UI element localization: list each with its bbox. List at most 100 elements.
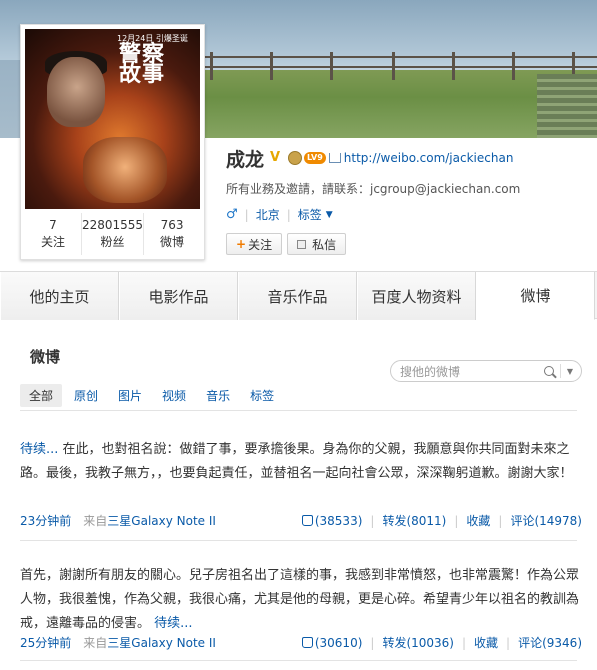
meta-separator: | [244,207,249,222]
fence-rail [205,56,597,58]
home-icon [328,153,341,163]
feed-search[interactable]: 搜他的微博 ▼ [390,360,582,382]
post-text: 待续... 在此，也對祖名說：做錯了事，要承擔後果。身為你的父親，我願意與你共同… [20,438,582,486]
avatar-card: 12月24日 引爆圣诞 警察 故事 7 关注 22801555 粉丝 763 微博 [20,24,205,260]
avatar[interactable]: 12月24日 引爆圣诞 警察 故事 [25,29,200,209]
stat-posts[interactable]: 763 微博 [144,213,200,255]
tab-baidu-profile[interactable]: 百度人物资料 [357,272,476,320]
comment-button[interactable]: 评论(9346) [518,634,582,651]
tab-home[interactable]: 他的主页 [0,272,119,320]
profile-name: 成龙 [226,148,265,171]
stat-followers-count: 22801555 [81,218,144,232]
repost-button[interactable]: 转发(10036) [382,634,454,651]
post-source-link[interactable]: 三星Galaxy Note II [107,636,216,650]
profile-tabs: 他的主页 电影作品 音乐作品 百度人物资料 微博 [0,271,597,320]
post-more-link[interactable]: 待续... [150,616,192,631]
post-source-prefix: 来自 [83,636,108,650]
stat-followers[interactable]: 22801555 粉丝 [81,213,145,255]
thumbs-up-icon [301,636,313,648]
divider [20,660,577,661]
location-link[interactable]: 北京 [256,206,280,223]
repost-button[interactable]: 转发(8011) [382,512,446,529]
profile-meta: ♂ | 北京 | 标签 ▼ [226,206,333,223]
favorite-button[interactable]: 收藏 [466,512,490,529]
post-source-link[interactable]: 三星Galaxy Note II [107,514,216,528]
poster-fist [83,137,167,203]
divider [20,410,577,411]
post-body: 在此，也對祖名說：做錯了事，要承擔後果。身為你的父親，我願意與你共同面對未來之路… [20,442,573,481]
favorite-button[interactable]: 收藏 [474,634,498,651]
fence-post [330,52,333,80]
post-time[interactable]: 23分钟前 [20,512,71,529]
like-count: (30610) [314,635,363,650]
stat-followers-label: 粉丝 [100,235,125,249]
profile-stats: 7 关注 22801555 粉丝 763 微博 [25,213,200,255]
verified-v-icon[interactable]: V [270,150,286,166]
banner-steps [537,74,597,138]
medal-icon[interactable] [288,151,303,165]
filter-all[interactable]: 全部 [20,384,63,407]
post-source-prefix: 来自 [83,514,108,528]
action-separator: | [370,635,375,650]
stat-posts-count: 763 [160,218,184,232]
filter-tags[interactable]: 标签 [250,387,274,404]
search-icon[interactable] [543,366,554,376]
post-time[interactable]: 25分钟前 [20,634,71,651]
stat-following-count: 7 [49,218,57,232]
action-separator: | [498,513,503,528]
post-actions: (38533) | 转发(8011) | 收藏 | 评论(14978) [301,512,582,529]
fence-post [452,52,455,80]
post-source: 来自三星Galaxy Note II [83,512,216,529]
post-more-link-label: 待续 [150,616,181,631]
post-meta: 23分钟前 来自三星Galaxy Note II (38533) | 转发(80… [20,512,582,529]
tags-dropdown[interactable]: 标签 [298,206,322,223]
profile-url-link[interactable]: http://weibo.com/jackiechan [344,151,514,165]
fence-post [392,52,395,80]
message-icon [297,239,307,249]
message-button[interactable]: 私信 [287,233,347,255]
tab-music[interactable]: 音乐作品 [238,272,357,320]
plus-icon: + [236,237,247,251]
search-input[interactable]: 搜他的微博 [391,363,544,380]
level-badge[interactable]: LV9 [304,152,326,164]
feed-post: 待续... 在此，也對祖名說：做錯了事，要承擔後果。身為你的父親，我願意與你共同… [20,438,582,486]
follow-button[interactable]: + 关注 [226,233,283,255]
chevron-down-icon[interactable]: ▼ [326,210,333,220]
action-separator: | [461,635,467,650]
action-separator: | [506,635,511,650]
poster-title-text: 警察 故事 [119,42,166,87]
post-more-link-ellipsis: ... [46,442,59,457]
fence-post [210,52,213,80]
meta-separator: | [286,207,291,222]
filter-images[interactable]: 图片 [118,387,142,404]
fence-rail [205,66,597,68]
stat-following-label: 关注 [40,235,65,249]
filter-original[interactable]: 原创 [74,387,98,404]
like-button[interactable]: (38533) [301,514,362,528]
action-separator: | [454,513,459,528]
stat-posts-label: 微博 [160,235,185,249]
stat-following[interactable]: 7 关注 [25,213,82,255]
fence-post [270,52,273,80]
filter-music[interactable]: 音乐 [206,387,230,404]
post-source: 来自三星Galaxy Note II [83,634,216,651]
tab-films[interactable]: 电影作品 [119,272,238,320]
feed-filters: 全部 原创 图片 视频 音乐 标签 [20,384,294,407]
post-more-link-label: 待续 [20,442,47,457]
search-divider [559,364,561,378]
post-more-link[interactable]: 待续... [20,442,58,457]
profile-actions: + 关注 私信 [226,233,351,255]
like-button[interactable]: (30610) [301,635,363,650]
message-button-label: 私信 [312,237,337,252]
comment-button[interactable]: 评论(14978) [510,512,582,529]
tab-weibo[interactable]: 微博 [476,272,595,320]
action-separator: | [370,513,375,528]
filter-videos[interactable]: 视频 [162,387,186,404]
post-meta: 25分钟前 来自三星Galaxy Note II (30610) | 转发(10… [20,634,582,651]
weibo-profile-page: 12月24日 引爆圣诞 警察 故事 7 关注 22801555 粉丝 763 微博… [0,0,597,670]
gender-male-icon: ♂ [226,207,238,222]
feed-title: 微博 [30,348,61,366]
chevron-down-icon[interactable]: ▼ [567,367,573,376]
profile-name-row: 成龙 V LV9 http://weibo.com/jackiechan [226,146,514,171]
post-actions: (30610) | 转发(10036) | 收藏 | 评论(9346) [301,634,582,651]
